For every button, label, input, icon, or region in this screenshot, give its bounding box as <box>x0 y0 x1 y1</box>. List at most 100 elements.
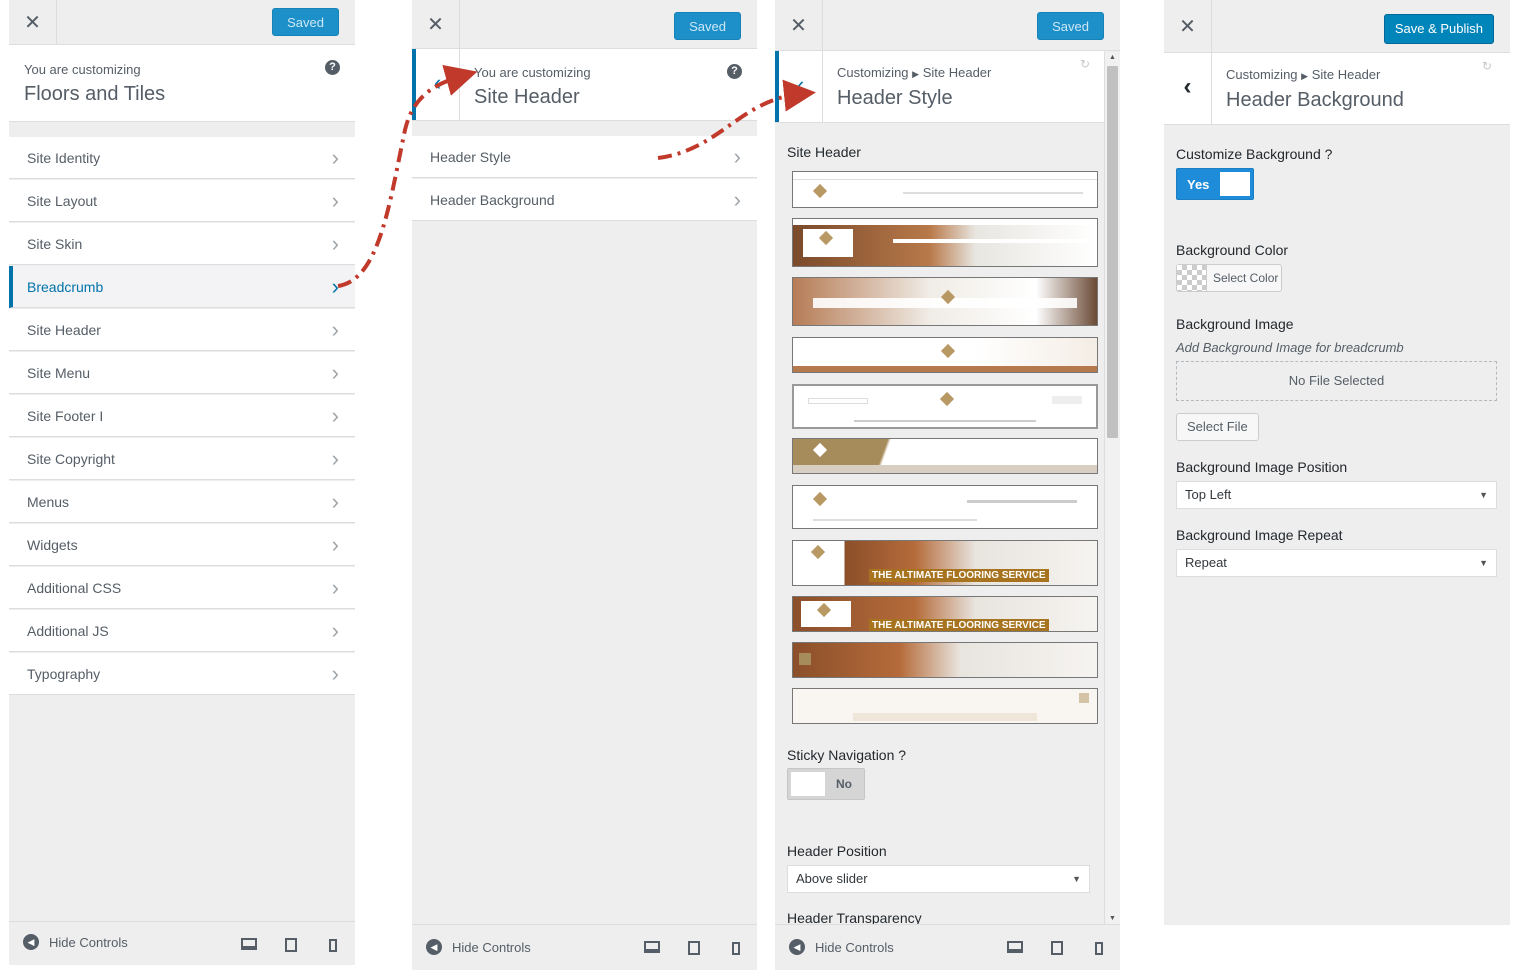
thumb-banner-text: THE ALTIMATE FLOORING SERVICE <box>869 569 1049 582</box>
sidebar-item-breadcrumb[interactable]: Breadcrumb › <box>9 266 355 308</box>
back-button[interactable]: ‹ <box>775 51 823 122</box>
sidebar-item-typography[interactable]: Typography › <box>9 653 355 695</box>
sidebar-item-site-menu[interactable]: Site Menu › <box>9 352 355 394</box>
thumb-banner-text: THE ALTIMATE FLOORING SERVICE <box>869 619 1049 631</box>
scroll-down-icon[interactable]: ▼ <box>1109 915 1116 922</box>
back-button[interactable]: ‹ <box>412 49 460 120</box>
header-style-option[interactable] <box>792 485 1098 529</box>
header-style-option[interactable]: THE ALTIMATE FLOORING SERVICE <box>792 596 1098 632</box>
header-style-option[interactable] <box>792 337 1098 373</box>
sidebar-item-additional-css[interactable]: Additional CSS › <box>9 567 355 609</box>
sidebar-item-site-footer[interactable]: Site Footer I › <box>9 395 355 437</box>
menu-item-label: Site Layout <box>27 193 98 209</box>
sidebar-item-site-layout[interactable]: Site Layout › <box>9 180 355 222</box>
back-button[interactable]: ‹ <box>1164 53 1212 124</box>
header-style-option-selected[interactable] <box>792 384 1098 429</box>
help-icon[interactable]: ? <box>727 64 742 79</box>
refresh-icon[interactable]: ↻ <box>1080 57 1090 71</box>
chevron-right-icon: › <box>331 618 339 643</box>
tablet-preview-icon[interactable] <box>285 938 297 952</box>
close-icon[interactable]: ✕ <box>412 0 460 48</box>
desktop-preview-icon[interactable] <box>1007 941 1023 953</box>
menu-item-label: Widgets <box>27 537 78 553</box>
tablet-preview-icon[interactable] <box>688 941 700 955</box>
sticky-navigation-toggle[interactable]: No <box>787 768 865 800</box>
site-header-label: Site Header <box>787 144 861 160</box>
header-style-option[interactable] <box>792 688 1098 724</box>
chevron-right-icon: › <box>331 446 339 471</box>
hide-controls-button[interactable]: ◀ Hide Controls <box>426 939 531 955</box>
chevron-right-icon: › <box>733 187 741 212</box>
sidebar-item-site-header[interactable]: Site Header › <box>9 309 355 351</box>
menu-item-label: Additional JS <box>27 623 109 639</box>
saved-button[interactable]: Saved <box>272 8 339 36</box>
header-style-option[interactable] <box>792 277 1098 326</box>
help-icon[interactable]: ? <box>325 60 340 75</box>
panel-topbar: ✕ Save & Publish <box>1164 0 1510 53</box>
header-style-option[interactable] <box>792 642 1098 678</box>
sidebar-item-widgets[interactable]: Widgets › <box>9 524 355 566</box>
background-image-repeat-select[interactable]: Repeat ▼ <box>1176 549 1497 577</box>
logo-icon <box>939 391 955 407</box>
mobile-preview-icon[interactable] <box>732 942 740 955</box>
header-style-option[interactable] <box>792 218 1098 267</box>
scroll-up-icon[interactable]: ▲ <box>1109 54 1116 61</box>
sidebar-item-site-copyright[interactable]: Site Copyright › <box>9 438 355 480</box>
file-dropzone[interactable]: No File Selected <box>1176 361 1497 401</box>
header-style-option[interactable] <box>792 171 1098 208</box>
toggle-knob <box>1220 172 1250 196</box>
hide-controls-button[interactable]: ◀ Hide Controls <box>23 934 128 950</box>
menu-item-label: Additional CSS <box>27 580 122 596</box>
customize-background-toggle[interactable]: Yes <box>1176 168 1254 200</box>
dropdown-arrow-icon: ▼ <box>1479 558 1488 568</box>
saved-button[interactable]: Saved <box>1037 12 1104 40</box>
header-position-label: Header Position <box>787 843 887 859</box>
sidebar-item-site-skin[interactable]: Site Skin › <box>9 223 355 265</box>
select-color-label: Select Color <box>1213 271 1279 285</box>
save-publish-button[interactable]: Save & Publish <box>1383 14 1494 44</box>
select-file-button[interactable]: Select File <box>1176 413 1259 441</box>
mobile-preview-icon[interactable] <box>329 939 337 952</box>
menu-item-label: Site Copyright <box>27 451 115 467</box>
mobile-preview-icon[interactable] <box>1095 942 1103 955</box>
header-style-option[interactable] <box>792 438 1098 474</box>
close-icon[interactable]: ✕ <box>1164 0 1212 52</box>
section-title: Header Style <box>837 87 953 109</box>
chevron-right-icon: › <box>331 661 339 686</box>
select-color-button[interactable]: Select Color <box>1176 264 1282 292</box>
sidebar-item-additional-js[interactable]: Additional JS › <box>9 610 355 652</box>
section-header: ‹ Customizing ▶ Site Header Header Style… <box>775 51 1104 123</box>
chevron-right-icon: › <box>331 188 339 213</box>
chevron-right-icon: › <box>331 489 339 514</box>
select-value: Repeat <box>1185 555 1227 570</box>
header-position-select[interactable]: Above slider ▼ <box>787 865 1090 893</box>
hide-controls-button[interactable]: ◀ Hide Controls <box>789 939 894 955</box>
customize-background-label: Customize Background ? <box>1176 146 1333 162</box>
menu-item-label: Breadcrumb <box>27 279 104 295</box>
sidebar-item-menus[interactable]: Menus › <box>9 481 355 523</box>
site-title: Floors and Tiles <box>24 83 166 105</box>
refresh-icon[interactable]: ↻ <box>1482 59 1492 73</box>
sidebar-item-header-background[interactable]: Header Background › <box>412 179 757 221</box>
section-header: ‹ Customizing ▶ Site Header Header Backg… <box>1164 53 1510 125</box>
close-icon[interactable]: ✕ <box>775 0 823 50</box>
dropdown-arrow-icon: ▼ <box>1072 874 1081 884</box>
close-icon[interactable]: ✕ <box>9 0 57 44</box>
tablet-preview-icon[interactable] <box>1051 941 1063 955</box>
panel-topbar: ✕ Saved <box>9 0 355 45</box>
background-image-position-select[interactable]: Top Left ▼ <box>1176 481 1497 509</box>
desktop-preview-icon[interactable] <box>644 941 660 953</box>
panel-scrollbar[interactable]: ▲ ▼ <box>1104 52 1120 924</box>
customizer-panel-main: ✕ Saved You are customizing Floors and T… <box>9 0 355 965</box>
saved-button[interactable]: Saved <box>674 12 741 40</box>
scrollbar-thumb[interactable] <box>1107 66 1118 438</box>
menu-item-label: Site Identity <box>27 150 101 166</box>
select-value: Above slider <box>796 871 868 886</box>
header-style-option[interactable]: THE ALTIMATE FLOORING SERVICE <box>792 540 1098 586</box>
sidebar-item-site-identity[interactable]: Site Identity › <box>9 137 355 179</box>
chevron-right-icon: › <box>331 145 339 170</box>
select-value: Top Left <box>1185 487 1232 502</box>
desktop-preview-icon[interactable] <box>241 938 257 950</box>
sidebar-item-header-style[interactable]: Header Style › <box>412 136 757 178</box>
chevron-right-icon: › <box>331 231 339 256</box>
